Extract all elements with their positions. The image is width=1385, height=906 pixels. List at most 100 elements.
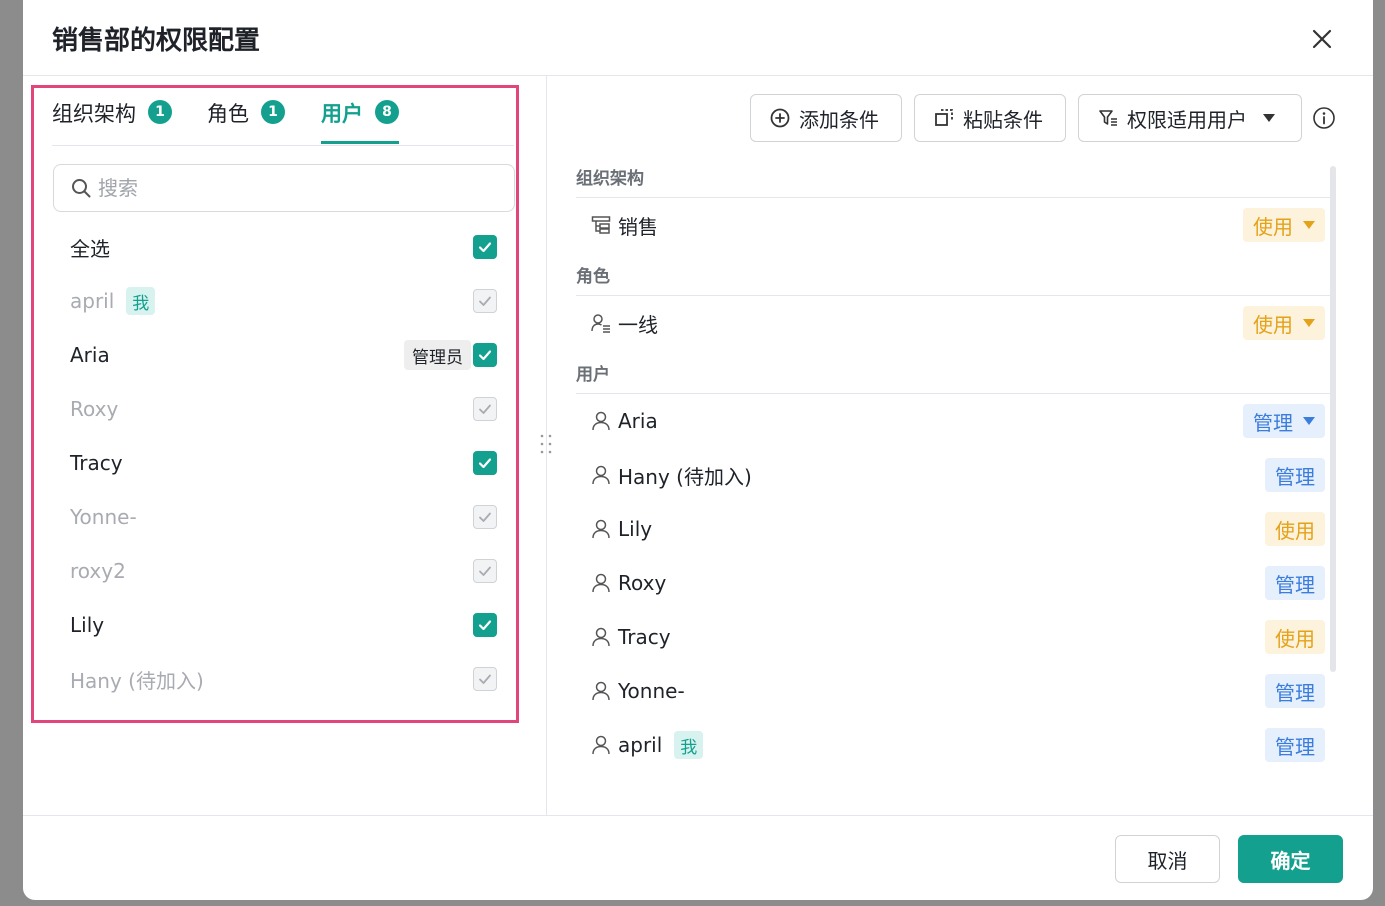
permission-list-panel: 添加条件 粘贴条件 权限适用用户 组织架构 销售 使用 角色 一线 使用 用户 …: [548, 76, 1373, 816]
user-checkbox-disabled: [473, 559, 497, 583]
add-condition-label: 添加条件: [799, 107, 879, 132]
user-row-lily[interactable]: Lily: [53, 598, 515, 652]
perm-target-name: Yonne-: [618, 679, 685, 703]
check-icon: [479, 566, 491, 576]
user-checkbox-disabled: [473, 289, 497, 313]
perm-row-user: Lily 使用: [576, 502, 1331, 556]
tab-role-label: 角色: [207, 102, 249, 126]
section-org-header: 组织架构: [576, 162, 1331, 198]
permission-dropdown[interactable]: 使用: [1243, 306, 1325, 340]
perm-row-user: Hany (待加入) 管理: [576, 448, 1331, 502]
user-row-aria[interactable]: Aria 管理员: [53, 328, 515, 382]
permission-dropdown[interactable]: 管理: [1243, 404, 1325, 438]
info-icon[interactable]: [1312, 106, 1336, 130]
permission-list: 组织架构 销售 使用 角色 一线 使用 用户 Aria 管理 Hany (待加入…: [576, 162, 1331, 816]
select-all-label: 全选: [70, 236, 110, 261]
user-row-roxy: Roxy: [53, 382, 515, 436]
plus-circle-icon: [770, 108, 790, 128]
perm-target-name: Tracy: [618, 625, 671, 649]
applicable-users-label: 权限适用用户: [1127, 107, 1247, 132]
permission-dropdown[interactable]: 使用: [1243, 208, 1325, 242]
paste-icon: [935, 109, 953, 126]
user-checkbox-disabled: [473, 667, 497, 691]
check-icon: [479, 296, 491, 306]
check-icon: [479, 512, 491, 522]
perm-row-org: 销售 使用: [576, 198, 1331, 252]
dialog-title: 销售部的权限配置: [52, 26, 261, 56]
section-user-header: 用户: [576, 358, 1331, 394]
perm-row-user: Roxy 管理: [576, 556, 1331, 610]
tab-org[interactable]: 组织架构 1: [52, 98, 172, 144]
close-button[interactable]: [1307, 24, 1337, 54]
close-icon: [1312, 29, 1332, 49]
perm-target-name: Roxy: [618, 571, 667, 595]
applicable-users-dropdown[interactable]: 权限适用用户: [1078, 94, 1302, 142]
cancel-button[interactable]: 取消: [1115, 835, 1220, 883]
tab-role[interactable]: 角色 1: [207, 98, 285, 144]
perm-row-user: april 我 管理: [576, 718, 1331, 772]
perm-target-name: Aria: [618, 409, 658, 433]
check-icon: [478, 620, 492, 631]
picker-tabs: 组织架构 1 角色 1 用户 8: [52, 90, 514, 146]
user-icon: [592, 465, 610, 485]
user-icon: [592, 573, 610, 593]
user-row-april: april 我: [53, 274, 515, 328]
check-icon: [479, 674, 491, 684]
org-tree-icon: [591, 216, 611, 234]
user-name: roxy2: [70, 559, 126, 583]
permission-tag: 管理: [1265, 728, 1325, 762]
user-name: Aria: [70, 343, 110, 367]
user-row-tracy[interactable]: Tracy: [53, 436, 515, 490]
caret-down-icon: [1263, 114, 1275, 122]
user-icon: [592, 735, 610, 755]
user-name: Yonne-: [70, 505, 137, 529]
filter-icon: [1099, 110, 1117, 126]
dialog-header: 销售部的权限配置: [23, 0, 1373, 76]
user-checkbox[interactable]: [473, 613, 497, 637]
caret-down-icon: [1303, 319, 1315, 327]
perm-row-user: Yonne- 管理: [576, 664, 1331, 718]
tab-role-count: 1: [261, 100, 285, 124]
user-icon: [592, 627, 610, 647]
check-icon: [478, 242, 492, 253]
paste-condition-button[interactable]: 粘贴条件: [914, 94, 1066, 142]
user-icon: [592, 519, 610, 539]
user-list: 全选 april 我 Aria 管理员 Roxy Tracy Yonne- ro…: [53, 220, 515, 706]
search-box: [53, 164, 515, 212]
permission-tag: 管理: [1265, 458, 1325, 492]
perm-target-name: Lily: [618, 517, 653, 541]
tab-user[interactable]: 用户 8: [321, 98, 399, 144]
user-name: Tracy: [70, 451, 123, 475]
user-row-hany: Hany (待加入): [53, 652, 515, 706]
check-icon: [479, 404, 491, 414]
permission-level: 管理: [1253, 410, 1293, 435]
user-checkbox[interactable]: [473, 343, 497, 367]
user-row-roxy2: roxy2: [53, 544, 515, 598]
search-input[interactable]: [98, 176, 478, 200]
select-all-checkbox[interactable]: [473, 235, 497, 259]
check-icon: [478, 458, 492, 469]
perm-row-user: Aria 管理: [576, 394, 1331, 448]
user-name: april: [70, 289, 115, 313]
tab-user-count: 8: [375, 100, 399, 124]
check-icon: [478, 350, 492, 361]
admin-tag: 管理员: [404, 340, 471, 370]
user-checkbox[interactable]: [473, 451, 497, 475]
user-name: Roxy: [70, 397, 119, 421]
select-all-row[interactable]: 全选: [53, 220, 515, 274]
permission-tag: 管理: [1265, 566, 1325, 600]
user-name: Lily: [70, 613, 105, 637]
user-checkbox-disabled: [473, 397, 497, 421]
search-icon: [72, 179, 91, 198]
section-role-header: 角色: [576, 260, 1331, 296]
permission-tag: 管理: [1265, 674, 1325, 708]
paste-condition-label: 粘贴条件: [963, 107, 1043, 132]
me-tag: 我: [674, 731, 704, 759]
permission-dialog: 销售部的权限配置 组织架构 1 角色 1 用户 8 搜索 全选 april 我 …: [23, 0, 1373, 900]
perm-row-user: Tracy 使用: [576, 610, 1331, 664]
tab-org-count: 1: [148, 100, 172, 124]
permission-level: 使用: [1253, 214, 1293, 239]
confirm-button[interactable]: 确定: [1238, 835, 1343, 883]
tab-org-label: 组织架构: [52, 102, 136, 126]
add-condition-button[interactable]: 添加条件: [750, 94, 902, 142]
